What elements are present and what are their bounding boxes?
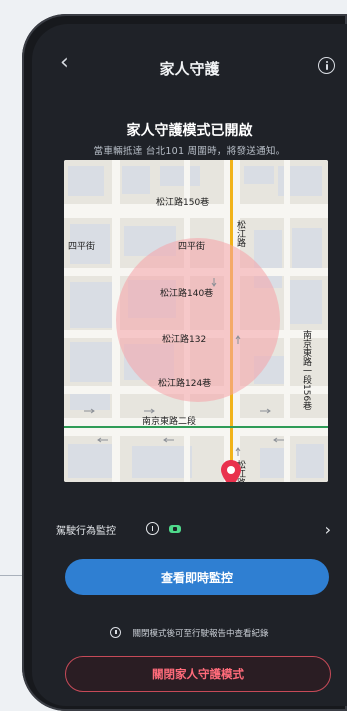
view-live-monitor-button[interactable]: 查看即時監控: [65, 559, 329, 595]
app-header: ‹ 家人守護: [32, 24, 347, 108]
map-label: 四平街: [68, 242, 96, 252]
phone-screen: ‹ 家人守護 家人守護模式已開啟 當車輛抵達 台北101 周圍時，將發送通知。: [32, 24, 347, 706]
page-title: 家人守護: [159, 60, 220, 78]
mode-status-subtitle: 當車輛抵達 台北101 周圍時，將發送通知。: [93, 146, 286, 157]
location-pin-icon: [221, 460, 241, 482]
map-label: 松江路140巷: [160, 289, 214, 299]
chevron-right-icon: ›: [324, 520, 331, 539]
map-label: 四平街: [178, 242, 206, 252]
close-guardian-mode-button[interactable]: 關閉家人守護模式: [65, 656, 331, 692]
mode-status-title: 家人守護模式已開啟: [126, 123, 253, 139]
driving-monitor-row[interactable]: 駕駛行為監控 ›: [32, 520, 347, 546]
map-label: 松江路124巷: [158, 379, 212, 389]
driving-monitor-label: 駕駛行為監控: [56, 526, 116, 537]
info-icon[interactable]: [146, 522, 159, 535]
map-label: 南京東路二段: [142, 417, 197, 427]
status-badge-icon: [169, 525, 181, 533]
map-label: 松江路150巷: [156, 198, 210, 208]
close-mode-note: 關閉模式後可至行駛報告中查看紀錄: [32, 622, 347, 640]
info-icon: [110, 627, 122, 638]
map-view[interactable]: 松江路150巷 四平街 四平街 松江路140巷 松江路132 松江路124巷 南…: [64, 160, 328, 482]
map-graphic: [64, 160, 328, 482]
map-label: 松江路132: [162, 335, 207, 345]
map-label: 南京東路一段156巷: [301, 330, 311, 411]
map-label: 松江路: [235, 220, 245, 247]
info-icon[interactable]: [318, 57, 335, 74]
note-text: 關閉模式後可至行駛報告中查看紀錄: [132, 628, 269, 639]
